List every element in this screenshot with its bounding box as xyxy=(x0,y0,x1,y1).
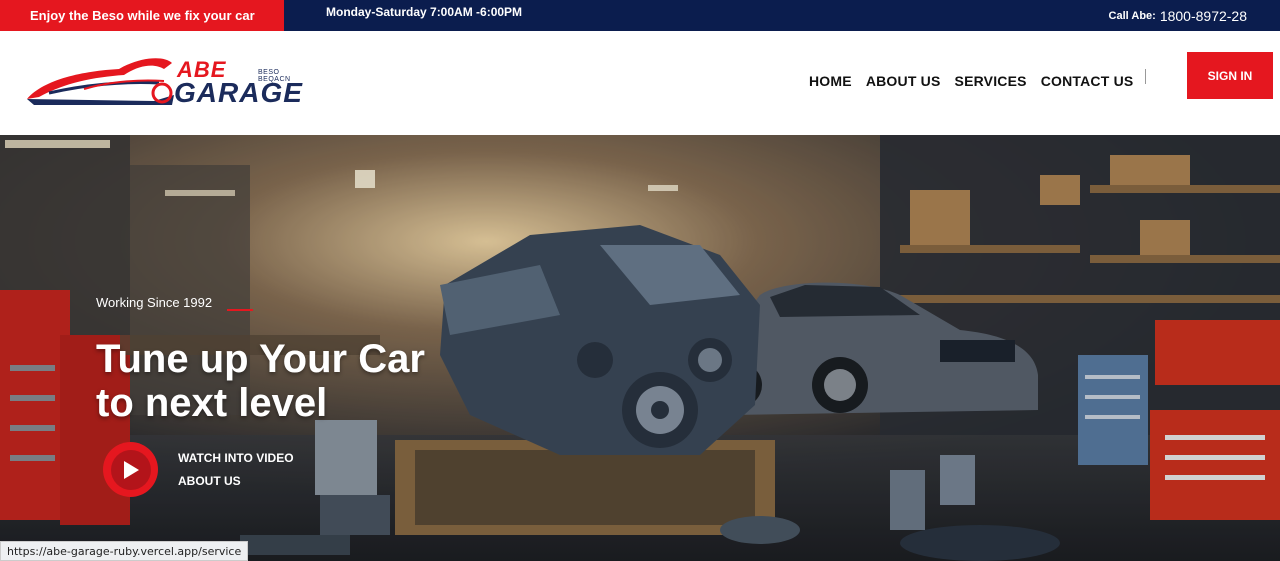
watch-video-link[interactable]: WATCH INTO VIDEO ABOUT US xyxy=(178,447,294,493)
about-us-label: ABOUT US xyxy=(178,474,241,488)
main-nav: HOME ABOUT US SERVICES CONTACT US xyxy=(809,73,1147,89)
play-icon xyxy=(123,460,139,479)
hero-headline: Tune up Your Car to next level xyxy=(96,337,425,425)
browser-status-url: https://abe-garage-ruby.vercel.app/servi… xyxy=(0,541,249,561)
hero-headline-line-1: Tune up Your Car xyxy=(96,337,425,381)
call-label: Call Abe: xyxy=(1108,9,1156,22)
nav-home[interactable]: HOME xyxy=(809,73,852,89)
working-since: Working Since 1992 xyxy=(96,295,213,310)
play-video-button[interactable] xyxy=(103,442,158,497)
call-info: Call Abe: 1800-8972-28 xyxy=(1109,0,1247,31)
site-header: ABE BESO BEQACN GARAGE HOME ABOUT US SER… xyxy=(0,31,1280,135)
since-accent-line xyxy=(227,309,253,311)
nav-services[interactable]: SERVICES xyxy=(955,73,1027,89)
play-button-inner xyxy=(110,449,151,490)
hero-banner: Working Since 1992 Tune up Your Car to n… xyxy=(0,135,1280,561)
site-logo[interactable]: ABE BESO BEQACN GARAGE xyxy=(24,49,314,119)
logo-brand-bottom: GARAGE xyxy=(174,77,303,108)
nav-divider xyxy=(1145,69,1146,84)
watch-video-label: WATCH INTO VIDEO xyxy=(178,451,294,465)
business-hours: Monday-Saturday 7:00AM -6:00PM xyxy=(326,5,523,19)
sign-in-button[interactable]: SIGN IN xyxy=(1187,52,1273,99)
nav-about-us[interactable]: ABOUT US xyxy=(866,73,941,89)
nav-contact-us[interactable]: CONTACT US xyxy=(1041,73,1134,89)
top-bar: Enjoy the Beso while we fix your car Mon… xyxy=(0,0,1280,31)
call-number[interactable]: 1800-8972-28 xyxy=(1160,8,1247,24)
promo-banner: Enjoy the Beso while we fix your car xyxy=(0,0,284,31)
hero-headline-line-2: to next level xyxy=(96,381,328,425)
